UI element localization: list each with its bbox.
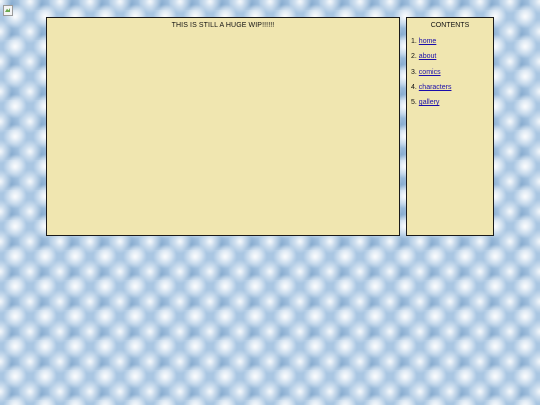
nav-link-home[interactable]: home (419, 38, 437, 45)
nav-link-characters[interactable]: characters (419, 84, 452, 91)
list-item: 4. characters (411, 83, 493, 98)
main-content-panel: THIS IS STILL A HUGE WIP!!!!!! (46, 17, 400, 236)
nav-link-about[interactable]: about (419, 53, 437, 60)
list-item: 3. comics (411, 68, 493, 83)
list-item: 1. home (411, 37, 493, 52)
list-item: 5. gallery (411, 98, 493, 113)
list-item-number: 2. (411, 53, 417, 61)
main-title: THIS IS STILL A HUGE WIP!!!!!! (171, 22, 275, 29)
broken-image-icon (3, 5, 13, 16)
list-item: 2. about (411, 52, 493, 67)
list-item-number: 3. (411, 68, 417, 76)
sidebar-title: CONTENTS (430, 22, 470, 29)
list-item-number: 5. (411, 99, 417, 107)
nav-link-comics[interactable]: comics (419, 69, 441, 76)
contents-sidebar: CONTENTS 1. home 2. about 3. comics 4. c… (406, 17, 494, 236)
list-item-number: 4. (411, 83, 417, 91)
nav-link-gallery[interactable]: gallery (419, 99, 440, 106)
list-item-number: 1. (411, 38, 417, 45)
contents-list: 1. home 2. about 3. comics 4. characters… (407, 37, 493, 113)
